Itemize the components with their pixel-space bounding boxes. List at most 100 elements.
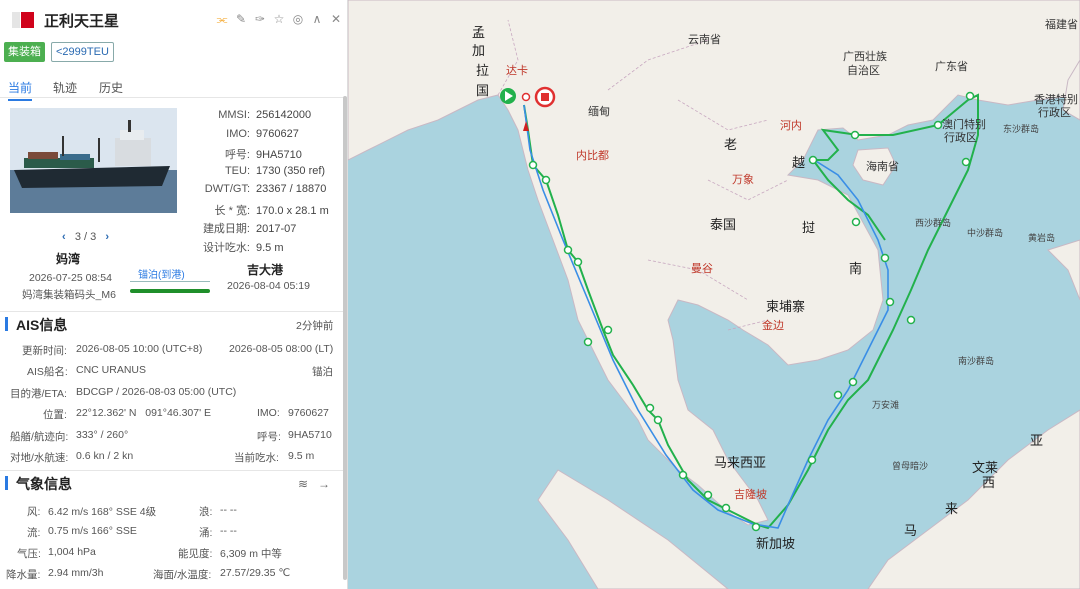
borneo-island bbox=[867, 409, 1080, 589]
label-cambodia: 柬埔寨 bbox=[766, 299, 806, 314]
ais-name-label: AIS船名: bbox=[27, 366, 68, 378]
current-value: 0.75 m/s 166° SSE bbox=[48, 525, 137, 537]
spec-value: 9.5 m bbox=[256, 241, 284, 254]
label-bangladesh-2: 加 bbox=[472, 43, 486, 58]
wind-label: 风: bbox=[27, 506, 41, 518]
label-laos: 老 bbox=[724, 137, 738, 152]
ais-name: CNC URANUS bbox=[76, 364, 147, 376]
dest-value[interactable]: BDCGP / 2026-08-03 05:00 (UTC) bbox=[76, 386, 236, 398]
share-icon[interactable]: ⫘ bbox=[215, 12, 229, 26]
current-position-marker bbox=[521, 92, 531, 102]
spec-row: 呼号: 9HA5710 bbox=[196, 146, 302, 162]
spec-row: 设计吃水: 9.5 m bbox=[196, 239, 284, 255]
spec-label: 设计吃水: bbox=[202, 241, 250, 254]
label-asia: 亚 bbox=[1030, 433, 1044, 448]
draught-value: 9.5 m bbox=[288, 450, 315, 462]
label-phnompenh: 金边 bbox=[762, 320, 784, 332]
spec-row: DWT/GT: 23367 / 18870 bbox=[196, 183, 327, 195]
voyage-status: 锚泊(到港) bbox=[138, 270, 185, 281]
start-marker-icon bbox=[500, 88, 516, 104]
end-marker-icon bbox=[534, 86, 556, 108]
rain-value: 2.94 mm/3h bbox=[48, 567, 104, 579]
close-icon[interactable]: ✕ bbox=[329, 12, 343, 26]
visibility-label: 能见度: bbox=[178, 548, 213, 560]
spec-value: 1730 (350 ref) bbox=[256, 164, 326, 177]
label-myanmar: 缅甸 bbox=[588, 106, 610, 118]
tab-history[interactable]: 历史 bbox=[99, 79, 123, 96]
star-icon[interactable]: ☆ bbox=[272, 12, 286, 26]
swell-value: -- -- bbox=[220, 525, 237, 537]
label-guangxi-2: 自治区 bbox=[847, 65, 880, 77]
tab-current[interactable]: 当前 bbox=[8, 79, 33, 101]
label-malaysia: 马来西亚 bbox=[714, 455, 767, 470]
spec-label: IMO: bbox=[226, 127, 250, 140]
label-vietnam-2: 南 bbox=[849, 261, 863, 276]
label-vientiane: 万象 bbox=[732, 174, 754, 186]
label-xi: 西 bbox=[982, 475, 996, 490]
wind-map-icon[interactable]: ≋ bbox=[298, 477, 308, 491]
label-dhaka: 达卡 bbox=[506, 65, 528, 77]
wind-value: 6.42 m/s 168° SSE 4级 bbox=[48, 506, 157, 518]
heading-value: 333° / 260° bbox=[76, 429, 129, 441]
label-lai: 来 bbox=[945, 501, 959, 516]
label-ma: 马 bbox=[904, 523, 918, 538]
ais-title: AIS信息 bbox=[16, 317, 68, 333]
label-yunnan: 云南省 bbox=[688, 34, 721, 46]
from-berth: 妈湾集装箱码头_M6 bbox=[22, 289, 116, 301]
weather-title: 气象信息 bbox=[16, 476, 72, 492]
label-dongsha: 东沙群岛 bbox=[1003, 124, 1040, 134]
label-bangkok: 曼谷 bbox=[691, 263, 713, 275]
swell-label: 涌: bbox=[199, 527, 213, 539]
location-icon[interactable]: ◎ bbox=[291, 12, 305, 26]
philippines-edge bbox=[1047, 239, 1080, 301]
section-marker bbox=[5, 317, 8, 331]
visibility-value: 6,309 m 中等 bbox=[220, 548, 282, 560]
weather-section-header: 气象信息 ≋ → bbox=[0, 470, 343, 494]
ship-size-tag: <2999TEU bbox=[51, 42, 114, 62]
label-singapore: 新加坡 bbox=[756, 536, 796, 551]
speed-value: 0.6 kn / 2 kn bbox=[76, 450, 134, 462]
mainland-asia bbox=[348, 0, 1080, 526]
label-bangladesh-1: 孟 bbox=[472, 25, 486, 40]
to-port[interactable]: 吉大港 bbox=[247, 261, 283, 278]
sumatra-island bbox=[537, 469, 729, 589]
ais-updated-ago: 2分钟前 bbox=[296, 320, 334, 332]
label-naypyidaw: 内比都 bbox=[576, 150, 609, 162]
label-kl: 吉隆坡 bbox=[734, 489, 767, 501]
spec-value: 2017-07 bbox=[256, 223, 297, 235]
voyage-progress-bar bbox=[130, 289, 210, 293]
label-guangdong: 广东省 bbox=[935, 61, 968, 73]
rain-label: 降水量: bbox=[6, 569, 41, 581]
label-hk-2: 行政区 bbox=[1038, 107, 1071, 119]
from-port[interactable]: 妈湾 bbox=[56, 250, 80, 267]
label-vietnam-1: 越 bbox=[792, 155, 806, 170]
current-map-icon[interactable]: → bbox=[318, 477, 330, 491]
temp-label: 海面/水温度: bbox=[153, 569, 212, 581]
update-lt: 2026-08-05 08:00 (LT) bbox=[229, 343, 334, 355]
ship-name: 正利天王星 bbox=[44, 13, 120, 30]
edit-icon[interactable]: ✎ bbox=[234, 12, 248, 26]
from-time: 2026-07-25 08:54 bbox=[29, 272, 112, 284]
tag-icon[interactable]: ✑ bbox=[253, 12, 267, 26]
imo-label-2: IMO: bbox=[257, 407, 280, 419]
next-photo-icon[interactable]: › bbox=[105, 231, 109, 243]
ship-photo[interactable] bbox=[10, 108, 177, 213]
position-value: 22°12.362' N 091°46.307' E bbox=[76, 407, 212, 419]
speed-label: 对地/水航速: bbox=[10, 452, 69, 464]
label-nansha: 南沙群岛 bbox=[958, 356, 995, 366]
label-zhongsha: 中沙群岛 bbox=[967, 228, 1004, 238]
spec-row: 建成日期: 2017-07 bbox=[196, 220, 296, 236]
label-bangladesh-3: 拉 bbox=[476, 63, 490, 78]
prev-photo-icon[interactable]: ‹ bbox=[62, 231, 66, 243]
pressure-value: 1,004 hPa bbox=[48, 546, 96, 558]
map-view[interactable]: 孟 加 拉 国 达卡 缅甸 内比都 云南省 广西壮族 自治区 广东省 福建省 香… bbox=[348, 0, 1080, 589]
label-zengmu: 曾母暗沙 bbox=[892, 461, 929, 471]
spec-label: DWT/GT: bbox=[204, 183, 250, 195]
map-canvas[interactable] bbox=[348, 0, 1080, 589]
spec-label: 长 * 宽: bbox=[214, 204, 250, 217]
collapse-icon[interactable]: ∧ bbox=[310, 12, 324, 26]
tab-track[interactable]: 轨迹 bbox=[53, 79, 77, 96]
spec-value: 23367 / 18870 bbox=[256, 183, 327, 195]
panel-scrollbar[interactable] bbox=[343, 96, 347, 580]
pressure-label: 气压: bbox=[17, 548, 41, 560]
